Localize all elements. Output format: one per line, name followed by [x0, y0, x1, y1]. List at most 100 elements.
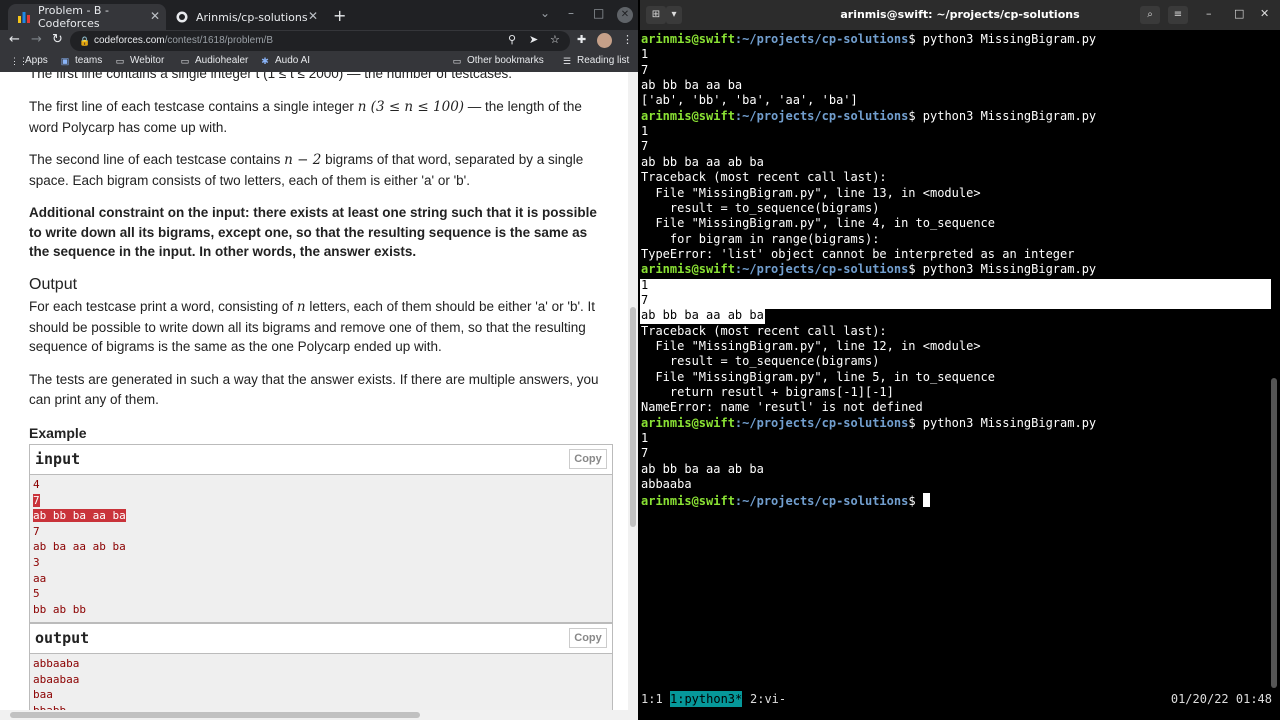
close-window-icon[interactable]: ✕: [617, 7, 633, 23]
forward-icon[interactable]: →: [31, 32, 42, 47]
math-n: n: [296, 299, 306, 315]
other-bookmarks[interactable]: ▭ Other bookmarks: [452, 55, 544, 66]
sample-input-line: ab bb ba aa ba: [33, 508, 609, 524]
terminal-prompt-line: arinmis@swift:~/projects/cp-solutions$ p…: [641, 416, 1096, 431]
sample-output-line: abaabaa: [33, 672, 80, 686]
sample-output-lines: abbaaba abaabaa baabbabb: [30, 654, 612, 710]
tab-label: Arinmis/cp-solutions: [196, 10, 308, 24]
terminal-output-line: Traceback (most recent call last):: [641, 170, 887, 185]
folder-icon: ▭: [115, 55, 125, 66]
prompt-command: python3 MissingBigram.py: [922, 262, 1097, 277]
reading-list[interactable]: ☰ Reading list: [562, 55, 629, 66]
tmux-window-vi[interactable]: 2:vi-: [750, 691, 786, 707]
reading-list-icon: ☰: [562, 55, 572, 66]
terminal-output-line: ['ab', 'bb', 'ba', 'aa', 'ba']: [641, 93, 858, 108]
menu-kebab-icon[interactable]: ⋮: [622, 33, 633, 46]
output-label: output: [35, 629, 90, 647]
zoom-icon[interactable]: ⚲: [508, 33, 516, 46]
maximize-icon[interactable]: □: [1234, 7, 1244, 20]
selection-highlight: [640, 279, 1271, 309]
bookmarks-bar: ⋮⋮ Apps ▣ teams ▭ Webitor ▭ Audiohealer ✱ Aud…: [0, 52, 638, 72]
reload-icon[interactable]: ↻: [52, 32, 63, 47]
tmux-status-bar: 1:1 1:python3* 2:vi- 01/20/22 01:48: [640, 691, 1280, 707]
bookmark-audiohealer[interactable]: ▭ Audiohealer: [180, 55, 249, 66]
terminal-output-line: result = to_sequence(bigrams): [641, 200, 880, 215]
terminal-output-line: 1: [641, 47, 649, 62]
prompt-user: arinmis@swift: [641, 493, 735, 508]
new-tab-button[interactable]: +: [333, 6, 346, 25]
terminal-window: ⊞ ▾ arinmis@swift: ~/projects/cp-solutio…: [640, 0, 1280, 720]
bookmark-audo-ai[interactable]: ✱ Audo AI: [260, 55, 310, 66]
terminal-output-line: return resutl + bigrams[-1][-1]: [641, 385, 894, 400]
problem-statement: The first line contains a single integer…: [0, 72, 628, 710]
terminal-output-line: ab bb ba aa ba: [641, 78, 743, 93]
minimize-icon[interactable]: –: [1206, 7, 1212, 20]
terminal-prompt-line: arinmis@swift:~/projects/cp-solutions$ p…: [641, 32, 1096, 47]
sample-input-text: aa: [33, 571, 47, 585]
sample-output-line: baa: [33, 688, 53, 702]
profile-avatar[interactable]: [597, 33, 612, 48]
scroll-thumb[interactable]: [10, 712, 420, 718]
terminal-output-line: 7: [641, 139, 649, 154]
sample-input-line: 3: [33, 555, 609, 571]
copy-output-button[interactable]: Copy: [569, 628, 607, 648]
search-icon[interactable]: ⌕: [1140, 6, 1160, 24]
terminal-output-line: TypeError: 'list' object cannot be inter…: [641, 246, 1075, 261]
prompt-path: :~/projects/cp-solutions: [734, 415, 909, 430]
example-title: Example: [29, 425, 87, 441]
terminal-output-line: File "MissingBigram.py", line 12, in <mo…: [641, 339, 981, 353]
sample-input-line: 7: [33, 493, 609, 509]
prompt-symbol: $: [908, 32, 923, 46]
sample-output-box: output Copy abbaaba abaabaa baabbabb: [29, 623, 613, 710]
address-bar[interactable]: 🔒 codeforces.com/contest/1618/problem/B: [70, 31, 570, 51]
bookmark-teams[interactable]: ▣ teams: [60, 55, 103, 66]
maximize-icon[interactable]: □: [593, 6, 604, 20]
sample-output-line: bbabb: [33, 703, 609, 710]
scroll-thumb[interactable]: [630, 307, 636, 527]
output-heading: Output: [29, 276, 78, 293]
tmux-window-python3[interactable]: 1:python3*: [670, 691, 743, 707]
url-path: /contest/1618/problem/B: [164, 35, 273, 46]
terminal-selected-line: 1: [641, 277, 649, 292]
tab-github-repo[interactable]: Arinmis/cp-solutions ✕: [166, 4, 324, 30]
sample-input-text: ab bb ba aa ba: [33, 509, 126, 523]
terminal-output-line: 1: [641, 431, 649, 446]
prompt-user: arinmis@swift: [641, 32, 735, 46]
folder-icon: ▭: [452, 55, 462, 66]
bookmark-apps[interactable]: ⋮⋮ Apps: [10, 55, 48, 66]
teams-icon: ▣: [60, 55, 70, 66]
tab-search-icon[interactable]: ⌄: [540, 6, 550, 20]
copy-input-button[interactable]: Copy: [569, 449, 607, 469]
vertical-scrollbar[interactable]: [628, 72, 638, 710]
sample-input-text: ab ba aa ab ba: [33, 540, 126, 554]
minimize-icon[interactable]: –: [568, 6, 574, 20]
paragraph-output: For each testcase print a word, consisti…: [29, 299, 596, 354]
prompt-path: :~/projects/cp-solutions: [734, 32, 909, 46]
url-host: codeforces.com: [94, 35, 165, 46]
tab-codeforces-problem[interactable]: Problem - B - Codeforces ✕: [8, 4, 166, 30]
github-favicon-icon: [176, 11, 188, 23]
terminal-output-line: for bigram in range(bigrams):: [641, 231, 880, 246]
bookmark-webitor[interactable]: ▭ Webitor: [115, 55, 165, 66]
close-tab-icon[interactable]: ✕: [308, 9, 318, 23]
prompt-path: :~/projects/cp-solutions: [734, 108, 909, 123]
paragraph-n: The first line of each testcase contains…: [29, 99, 582, 135]
horizontal-scrollbar[interactable]: [0, 710, 638, 720]
close-icon[interactable]: ✕: [1260, 7, 1269, 20]
bookmark-star-icon[interactable]: ☆: [550, 33, 560, 46]
terminal-selected-line: ab bb ba aa ab ba: [641, 308, 764, 323]
hamburger-menu-icon[interactable]: ≡: [1168, 6, 1188, 24]
terminal-scrollbar[interactable]: [1271, 378, 1277, 688]
audo-icon: ✱: [261, 55, 269, 66]
terminal-output[interactable]: arinmis@swift:~/projects/cp-solutions$ p…: [640, 31, 1280, 691]
lock-icon: 🔒: [79, 36, 91, 46]
back-icon[interactable]: ←: [9, 32, 20, 47]
tab-label: Problem - B - Codeforces: [38, 4, 109, 30]
paragraph-tests: The tests are generated in such a way th…: [29, 372, 599, 407]
input-label: input: [35, 450, 81, 468]
sample-input-line: 7: [33, 524, 609, 540]
close-tab-icon[interactable]: ✕: [150, 9, 160, 23]
tmux-clock: 01/20/22 01:48: [1170, 692, 1272, 706]
send-icon[interactable]: ➤: [529, 33, 538, 46]
extensions-icon[interactable]: ✚: [577, 33, 586, 46]
